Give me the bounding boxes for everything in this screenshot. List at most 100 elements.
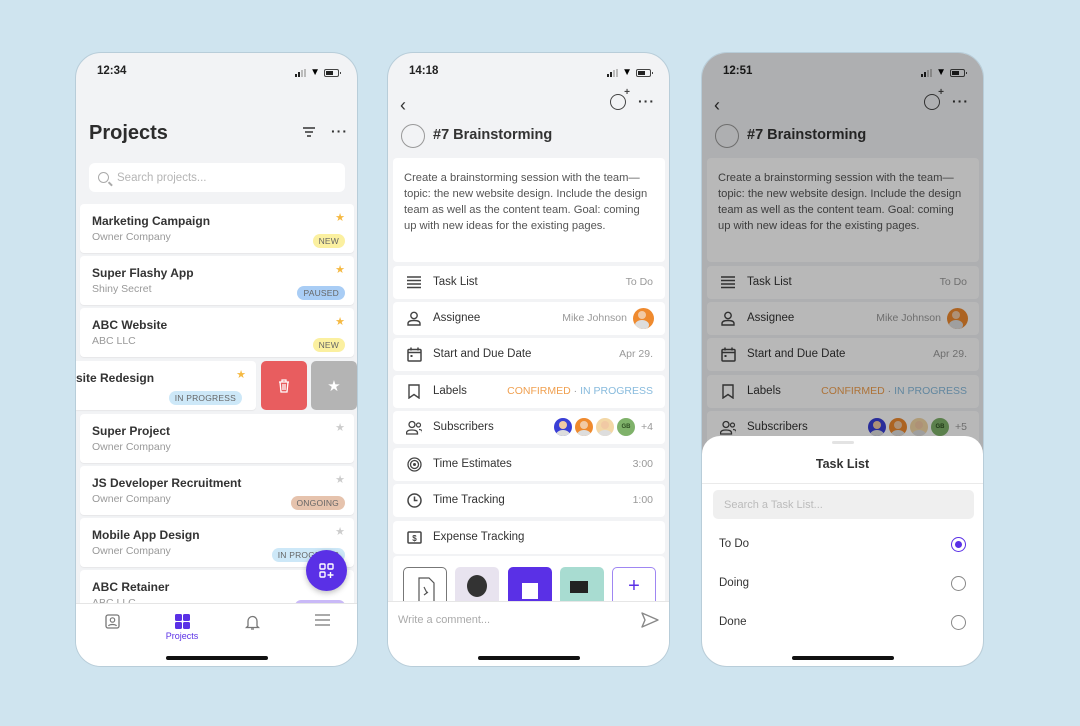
project-card-swiped[interactable]: site Redesign ★ IN PROGRESS bbox=[76, 361, 256, 410]
project-card[interactable]: Super Flashy App Shiny Secret ★ PAUSED bbox=[80, 256, 354, 305]
comment-input[interactable] bbox=[398, 614, 598, 626]
profile-icon bbox=[104, 614, 120, 629]
option-to-do[interactable]: To Do bbox=[702, 528, 983, 564]
task-description[interactable]: Create a brainstorming session with the … bbox=[393, 158, 665, 262]
send-icon[interactable] bbox=[641, 612, 659, 628]
row-expense-tracking[interactable]: $ Expense Tracking bbox=[393, 521, 665, 554]
unstar-icon: ★ bbox=[327, 377, 341, 395]
search-input[interactable] bbox=[117, 171, 317, 184]
tab-notifications[interactable] bbox=[222, 614, 282, 630]
row-label: Time Estimates bbox=[433, 458, 512, 470]
wifi-icon: ▼ bbox=[310, 67, 320, 78]
subscriber-avatar-initials: GB bbox=[617, 418, 636, 436]
status-badge: ONGOING bbox=[290, 496, 345, 510]
add-grid-icon bbox=[318, 562, 334, 578]
label-in-progress: IN PROGRESS bbox=[580, 385, 653, 397]
list-icon bbox=[406, 274, 422, 290]
signal-icon bbox=[607, 68, 619, 77]
row-time-estimates[interactable]: Time Estimates 3:00 bbox=[393, 448, 665, 481]
row-label: Labels bbox=[433, 385, 467, 397]
complete-task-checkbox[interactable] bbox=[401, 124, 425, 148]
row-label: Start and Due Date bbox=[433, 348, 532, 360]
row-label: Time Tracking bbox=[433, 494, 505, 506]
status-bar: 12:34 ▼ bbox=[76, 65, 357, 81]
image-thumbnail bbox=[467, 575, 487, 597]
tab-projects[interactable]: Projects bbox=[152, 614, 212, 641]
clock-icon bbox=[406, 492, 422, 508]
image-thumbnail bbox=[570, 581, 588, 593]
task-detail-screen: 14:18 ▼ ‹ ··· #7 Brainstorming Create a … bbox=[387, 52, 670, 667]
add-subscriber-icon[interactable] bbox=[610, 87, 630, 110]
radio-unselected[interactable] bbox=[951, 576, 966, 591]
star-icon[interactable]: ★ bbox=[335, 211, 345, 224]
row-assignee[interactable]: Assignee Mike Johnson bbox=[393, 302, 665, 335]
filter-icon[interactable] bbox=[302, 125, 316, 141]
row-label: Subscribers bbox=[433, 421, 494, 433]
project-owner: Owner Company bbox=[92, 493, 171, 505]
delete-button[interactable] bbox=[261, 361, 307, 410]
star-icon[interactable]: ★ bbox=[236, 368, 246, 381]
target-icon bbox=[406, 456, 422, 472]
status-badge: IN PROGRESS bbox=[168, 391, 242, 405]
projects-screen: 12:34 ▼ Projects ··· Marketing Campaign … bbox=[75, 52, 358, 667]
row-time-tracking[interactable]: Time Tracking 1:00 bbox=[393, 484, 665, 517]
project-owner: ABC LLC bbox=[92, 335, 136, 347]
project-owner: Owner Company bbox=[92, 545, 171, 557]
option-done[interactable]: Done bbox=[702, 606, 983, 642]
task-title: #7 Brainstorming bbox=[433, 127, 553, 143]
option-doing[interactable]: Doing bbox=[702, 567, 983, 603]
project-card[interactable]: Marketing Campaign Owner Company ★ NEW bbox=[80, 204, 354, 253]
subscriber-avatar bbox=[596, 418, 615, 436]
status-badge: NEW bbox=[312, 234, 345, 248]
task-list-search-input[interactable] bbox=[713, 490, 974, 519]
page-title: Projects bbox=[89, 122, 168, 144]
task-list-picker-screen: 12:51 ▼ ‹ ··· #7 Brainstorming Create a … bbox=[701, 52, 984, 667]
project-card[interactable]: JS Developer Recruitment Owner Company ★… bbox=[80, 466, 354, 515]
project-name: site Redesign bbox=[76, 371, 155, 385]
divider bbox=[702, 483, 983, 484]
home-indicator bbox=[477, 656, 580, 660]
row-dates[interactable]: Start and Due Date Apr 29. bbox=[393, 338, 665, 371]
attachments-strip: + bbox=[393, 556, 665, 611]
sheet-title: Task List bbox=[815, 457, 870, 471]
star-icon[interactable]: ★ bbox=[335, 473, 345, 486]
battery-icon bbox=[636, 68, 653, 77]
project-card[interactable]: ABC Website ABC LLC ★ NEW bbox=[80, 308, 354, 357]
tab-menu[interactable] bbox=[292, 614, 352, 626]
more-icon[interactable]: ··· bbox=[331, 123, 348, 139]
add-project-button[interactable] bbox=[306, 550, 347, 591]
option-label: Doing bbox=[719, 577, 750, 589]
wifi-icon: ▼ bbox=[622, 67, 632, 78]
star-icon[interactable]: ★ bbox=[335, 315, 345, 328]
option-label: Done bbox=[719, 616, 747, 628]
tab-profile[interactable] bbox=[82, 614, 142, 629]
more-icon[interactable]: ··· bbox=[638, 93, 655, 109]
radio-selected[interactable] bbox=[951, 537, 966, 552]
row-label: Task List bbox=[433, 276, 478, 288]
status-badge: PAUSED bbox=[297, 286, 345, 300]
unstar-button[interactable]: ★ bbox=[311, 361, 357, 410]
project-card[interactable]: Super Project Owner Company ★ bbox=[80, 414, 354, 463]
project-name: ABC Website bbox=[92, 318, 168, 332]
subscriber-avatar bbox=[554, 418, 573, 436]
home-indicator bbox=[791, 656, 894, 660]
radio-unselected[interactable] bbox=[951, 615, 966, 630]
row-subscribers[interactable]: Subscribers GB +4 bbox=[393, 411, 665, 444]
sheet-grabber[interactable] bbox=[831, 441, 854, 444]
assignee-avatar bbox=[633, 308, 654, 329]
row-labels[interactable]: Labels CONFIRMED · IN PROGRESS bbox=[393, 375, 665, 408]
star-icon[interactable]: ★ bbox=[335, 525, 345, 538]
project-name: Marketing Campaign bbox=[92, 214, 211, 228]
back-icon[interactable]: ‹ bbox=[400, 95, 406, 116]
image-thumbnail bbox=[522, 583, 538, 599]
signal-icon bbox=[295, 68, 307, 77]
project-name: Super Project bbox=[92, 424, 171, 438]
row-task-list[interactable]: Task List To Do bbox=[393, 266, 665, 299]
row-label: Assignee bbox=[433, 312, 481, 324]
star-icon[interactable]: ★ bbox=[335, 421, 345, 434]
bell-icon bbox=[244, 615, 260, 630]
search-bar[interactable] bbox=[89, 163, 345, 192]
star-icon[interactable]: ★ bbox=[335, 263, 345, 276]
row-value: Mike Johnson bbox=[562, 312, 627, 324]
bookmark-icon bbox=[406, 383, 422, 399]
